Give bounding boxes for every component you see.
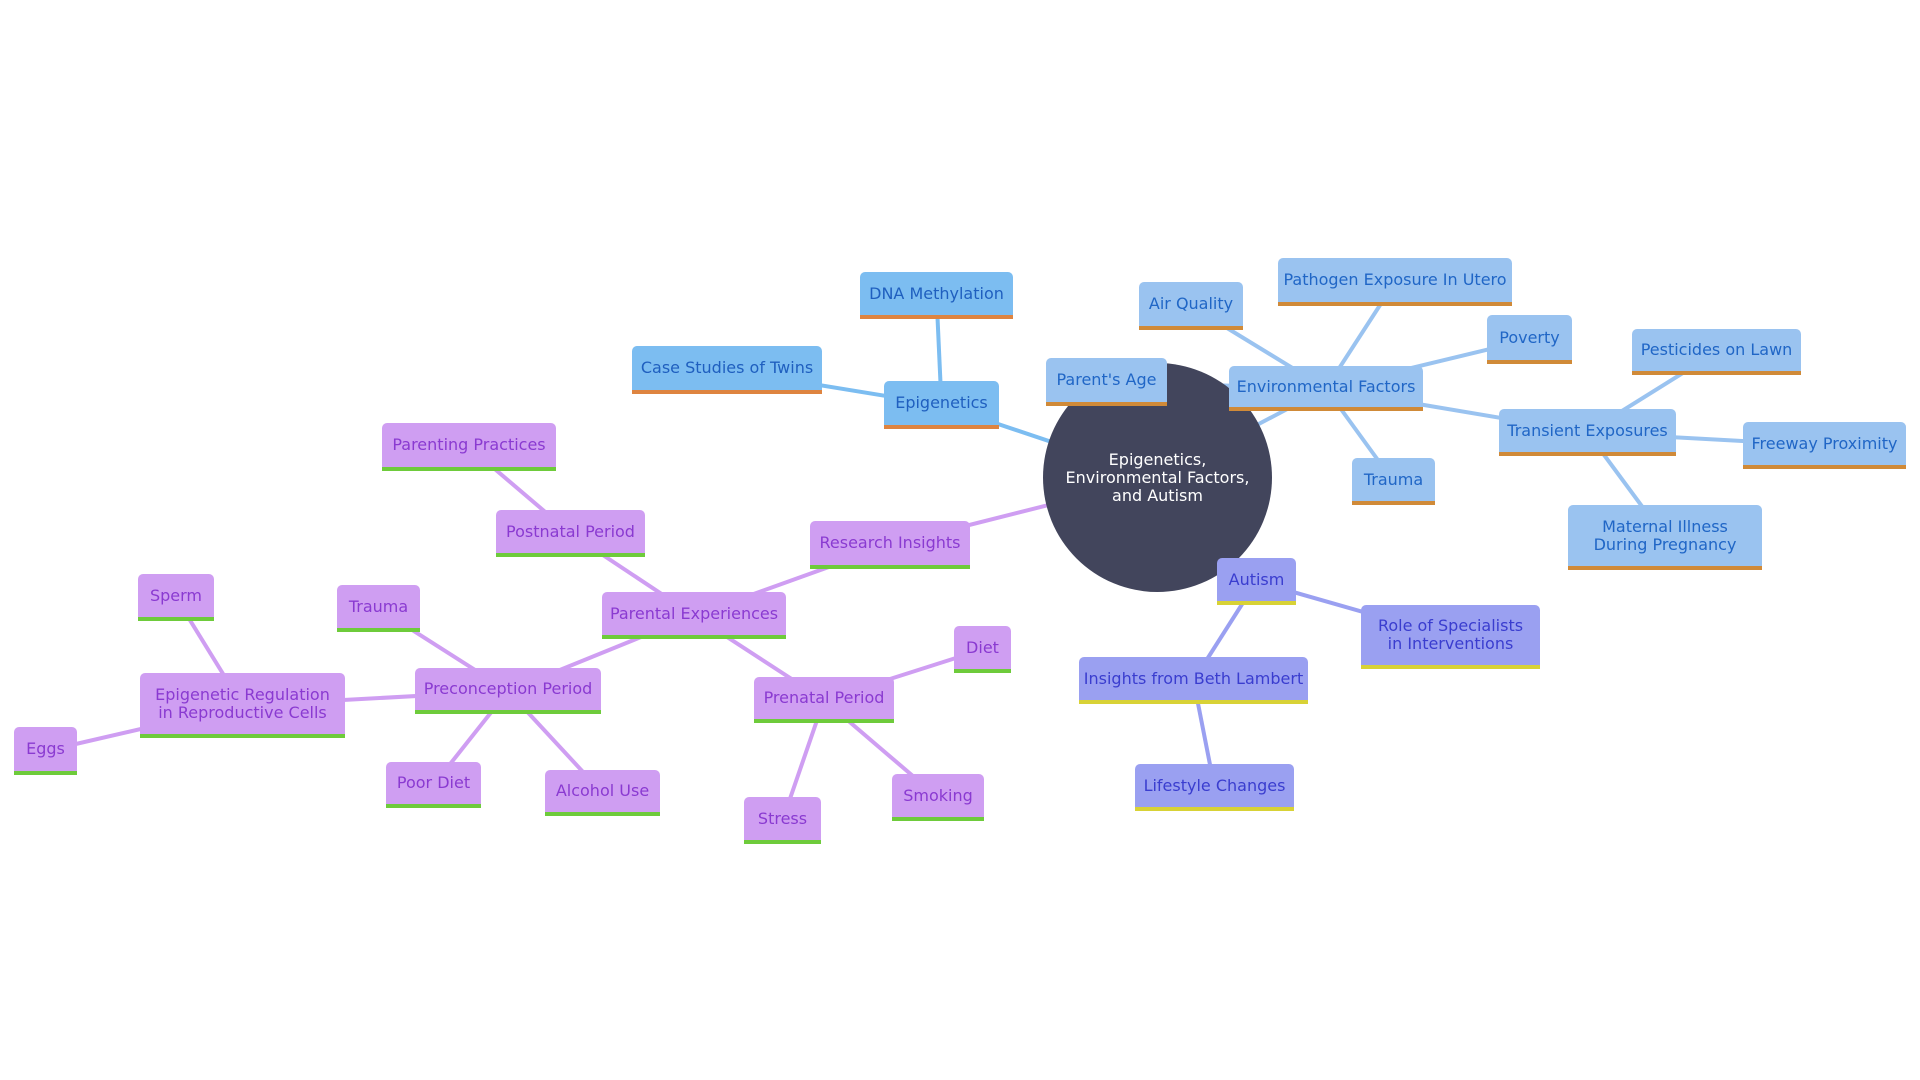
node-label: Epigenetics bbox=[895, 393, 988, 412]
node-sperm[interactable]: Sperm bbox=[138, 574, 214, 621]
node-label: Alcohol Use bbox=[555, 781, 650, 800]
node-label: Epigenetic Regulation in Reproductive Ce… bbox=[155, 684, 330, 722]
node-eggs[interactable]: Eggs bbox=[14, 727, 77, 775]
node-air-quality[interactable]: Air Quality bbox=[1139, 282, 1243, 330]
node-poor-diet[interactable]: Poor Diet bbox=[386, 762, 481, 808]
node-label: Parenting Practices bbox=[392, 435, 546, 454]
node-diet[interactable]: Diet bbox=[954, 626, 1011, 673]
node-pathogen-exposure-in-utero[interactable]: Pathogen Exposure In Utero bbox=[1278, 258, 1512, 306]
node-label: DNA Methylation bbox=[869, 283, 1004, 303]
node-label: Pesticides on Lawn bbox=[1640, 340, 1793, 359]
node-label: Autism bbox=[1228, 569, 1285, 589]
node-label: Maternal Illness During Pregnancy bbox=[1593, 516, 1737, 554]
node-label: Eggs bbox=[26, 739, 65, 758]
node-maternal-illness-during-pregnancy[interactable]: Maternal Illness During Pregnancy bbox=[1568, 505, 1762, 570]
node-parents-age[interactable]: Parent's Age bbox=[1046, 358, 1167, 406]
node-alcohol-use[interactable]: Alcohol Use bbox=[545, 770, 660, 816]
node-label: Trauma bbox=[1363, 469, 1424, 489]
node-epigenetics[interactable]: Epigenetics bbox=[884, 381, 999, 429]
node-label: Parental Experiences bbox=[609, 603, 779, 623]
node-smoking[interactable]: Smoking bbox=[892, 774, 984, 821]
node-preconception-period[interactable]: Preconception Period bbox=[415, 668, 601, 714]
central-topic-label: Epigenetics, Environmental Factors, and … bbox=[1065, 449, 1250, 505]
node-research-insights[interactable]: Research Insights bbox=[810, 521, 970, 569]
node-epigenetic-regulation-in-reproductive-cells[interactable]: Epigenetic Regulation in Reproductive Ce… bbox=[140, 673, 345, 738]
node-label: Prenatal Period bbox=[763, 688, 885, 707]
node-label: Preconception Period bbox=[423, 679, 593, 698]
node-prenatal-period[interactable]: Prenatal Period bbox=[754, 677, 894, 723]
node-parental-experiences[interactable]: Parental Experiences bbox=[602, 592, 786, 639]
node-label: Poverty bbox=[1499, 327, 1560, 347]
node-lifestyle-changes[interactable]: Lifestyle Changes bbox=[1135, 764, 1294, 811]
node-label: Air Quality bbox=[1148, 294, 1234, 313]
node-label: Role of Specialists in Interventions bbox=[1377, 616, 1524, 653]
node-postnatal-period[interactable]: Postnatal Period bbox=[496, 510, 645, 557]
node-label: Poor Diet bbox=[396, 773, 471, 792]
node-dna-methylation[interactable]: DNA Methylation bbox=[860, 272, 1013, 319]
node-stress[interactable]: Stress bbox=[744, 797, 821, 844]
node-label: Insights from Beth Lambert bbox=[1083, 668, 1304, 688]
node-label: Case Studies of Twins bbox=[640, 358, 814, 377]
node-label: Freeway Proximity bbox=[1751, 433, 1898, 453]
node-environmental-factors[interactable]: Environmental Factors bbox=[1229, 366, 1423, 411]
node-label: Postnatal Period bbox=[506, 521, 635, 541]
node-parenting-practices[interactable]: Parenting Practices bbox=[382, 423, 556, 471]
node-insights-from-beth-lambert[interactable]: Insights from Beth Lambert bbox=[1079, 657, 1308, 704]
node-label: Stress bbox=[757, 808, 808, 828]
node-autism[interactable]: Autism bbox=[1217, 558, 1296, 605]
node-label: Smoking bbox=[903, 785, 973, 805]
node-label: Parent's Age bbox=[1056, 370, 1157, 389]
node-label: Diet bbox=[966, 637, 999, 657]
node-label: Pathogen Exposure In Utero bbox=[1283, 270, 1507, 289]
node-trauma-preconception[interactable]: Trauma bbox=[337, 585, 420, 632]
node-label: Environmental Factors bbox=[1236, 376, 1416, 396]
node-trauma-environmental[interactable]: Trauma bbox=[1352, 458, 1435, 505]
node-label: Transient Exposures bbox=[1507, 420, 1668, 440]
node-freeway-proximity[interactable]: Freeway Proximity bbox=[1743, 422, 1906, 469]
node-label: Lifestyle Changes bbox=[1143, 775, 1286, 795]
node-label: Trauma bbox=[348, 596, 409, 616]
node-transient-exposures[interactable]: Transient Exposures bbox=[1499, 409, 1676, 456]
node-label: Sperm bbox=[149, 585, 203, 605]
node-label: Research Insights bbox=[819, 533, 961, 552]
node-case-studies-of-twins[interactable]: Case Studies of Twins bbox=[632, 346, 822, 394]
node-pesticides-on-lawn[interactable]: Pesticides on Lawn bbox=[1632, 329, 1801, 375]
node-role-of-specialists-in-interventions[interactable]: Role of Specialists in Interventions bbox=[1361, 605, 1540, 669]
node-poverty[interactable]: Poverty bbox=[1487, 315, 1572, 364]
